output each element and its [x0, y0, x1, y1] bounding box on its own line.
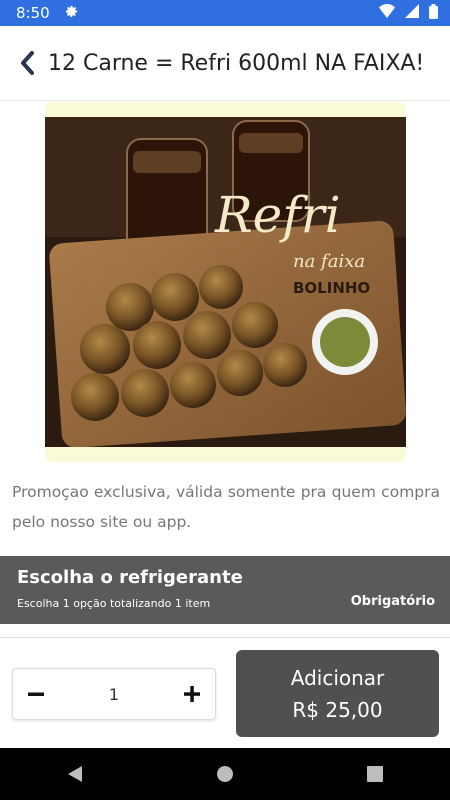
quantity-stepper: 1 [12, 668, 216, 720]
battery-icon [429, 3, 438, 23]
option-section-header[interactable]: Escolha o refrigerante Escolha 1 opção t… [0, 556, 450, 624]
logo-text: Refri [214, 186, 341, 244]
required-badge: Obrigatório [350, 594, 435, 609]
signal-icon [405, 4, 419, 22]
minus-icon [28, 692, 44, 696]
back-triangle-icon [68, 766, 82, 782]
app-header: 12 Carne = Refri 600ml NA FAIXA! [0, 26, 450, 101]
chevron-left-icon [21, 51, 34, 75]
add-button-label: Adicionar [290, 665, 385, 690]
product-description: Promoçao exclusiva, válida somente pra q… [12, 483, 440, 531]
gear-icon [64, 4, 79, 23]
home-circle-icon [217, 766, 233, 782]
brand-text: BOLINHO [293, 279, 370, 297]
product-image: Refri na faixa BOLINHO [45, 102, 406, 462]
decrease-button[interactable] [13, 671, 59, 717]
status-bar: 8:50 [0, 0, 450, 26]
nav-back-button[interactable] [45, 754, 105, 794]
plus-icon [184, 686, 200, 702]
add-to-cart-button[interactable]: Adicionar R$ 25,00 [236, 650, 439, 737]
add-button-price: R$ 25,00 [292, 697, 383, 722]
system-nav-bar [0, 748, 450, 800]
back-button[interactable] [14, 48, 40, 78]
divider [0, 637, 450, 638]
status-time: 8:50 [16, 4, 50, 22]
logo-sub-text: na faixa [293, 251, 365, 272]
nav-home-button[interactable] [195, 754, 255, 794]
product-photo: Refri na faixa BOLINHO [45, 117, 406, 448]
recents-square-icon [367, 766, 383, 782]
quantity-value: 1 [108, 684, 120, 704]
increase-button[interactable] [169, 671, 215, 717]
section-title: Escolha o refrigerante [17, 567, 243, 588]
page-title: 12 Carne = Refri 600ml NA FAIXA! [48, 50, 425, 76]
nav-recents-button[interactable] [345, 754, 405, 794]
section-subtitle: Escolha 1 opção totalizando 1 item [17, 597, 211, 610]
wifi-icon [379, 4, 395, 22]
